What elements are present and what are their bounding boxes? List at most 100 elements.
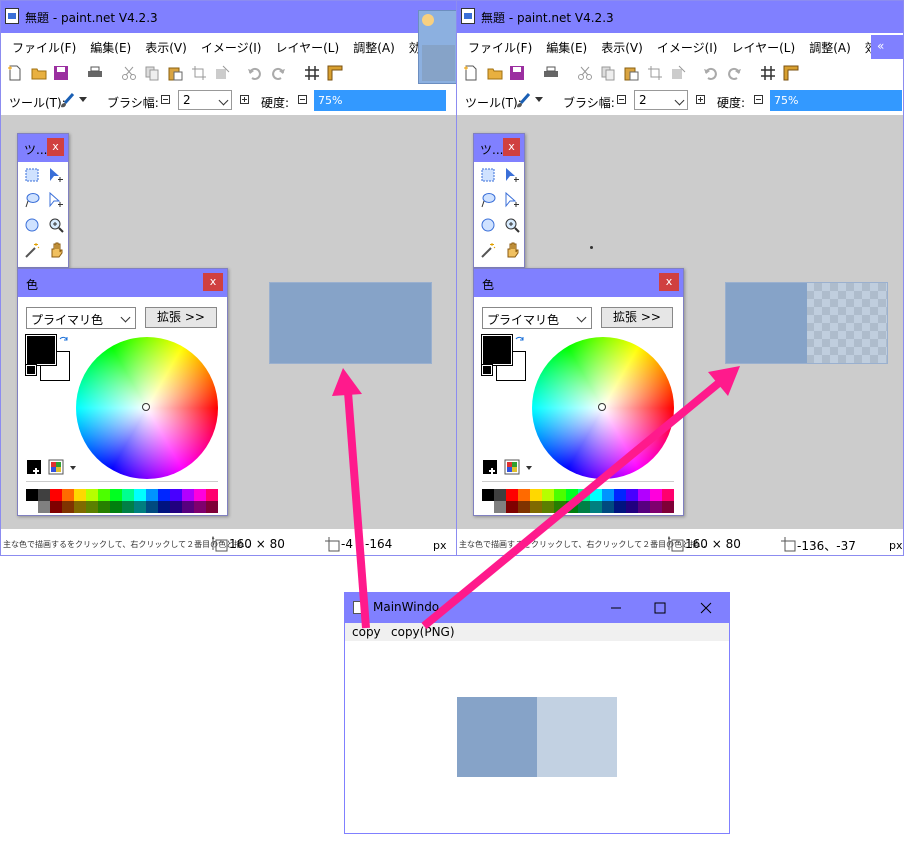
deselect-icon[interactable] [670, 65, 686, 81]
redo-icon[interactable] [726, 65, 742, 81]
colors-panel-header[interactable]: 色 x [474, 269, 683, 297]
paste-icon[interactable] [167, 65, 183, 81]
menu-adjust[interactable]: 調整(A) [802, 35, 858, 59]
maximize-icon[interactable] [645, 597, 675, 619]
palette-dropdown-arrow-icon[interactable] [70, 466, 76, 470]
menu-layer[interactable]: レイヤー(L) [724, 35, 802, 59]
tools-panel-header[interactable]: ツ... x [18, 134, 68, 162]
tool-dropdown-arrow-icon[interactable] [79, 97, 87, 102]
print-icon[interactable] [87, 65, 103, 81]
open-file-icon[interactable] [487, 65, 503, 81]
color-wheel-cursor[interactable] [598, 403, 606, 411]
move-selected-icon[interactable] [504, 192, 520, 208]
expand-button[interactable]: 拡張 >> [145, 307, 217, 328]
pan-hand-icon[interactable] [48, 242, 64, 258]
undo-icon[interactable] [703, 65, 719, 81]
tools-panel-close-button[interactable]: x [47, 138, 64, 156]
brush-width-increase-button[interactable] [240, 95, 249, 104]
hardness-slider[interactable]: 75% [314, 90, 446, 111]
cut-icon[interactable] [121, 65, 137, 81]
lasso-select-icon[interactable] [24, 192, 40, 208]
colors-panel-close-button[interactable]: x [203, 273, 223, 291]
paste-icon[interactable] [623, 65, 639, 81]
palette-menu-icon[interactable] [504, 459, 520, 475]
palette-menu-icon[interactable] [48, 459, 64, 475]
minimize-icon[interactable] [601, 597, 631, 619]
brush-width-decrease-button[interactable] [617, 95, 626, 104]
new-file-icon[interactable] [463, 65, 479, 81]
ellipse-select-icon[interactable] [480, 217, 496, 233]
magic-wand-icon[interactable] [480, 242, 496, 258]
reset-colors-icon[interactable] [481, 364, 493, 376]
ruler-icon[interactable] [783, 65, 799, 81]
close-icon[interactable] [691, 597, 721, 619]
crop-icon[interactable] [647, 65, 663, 81]
new-file-icon[interactable] [7, 65, 23, 81]
add-to-palette-icon[interactable] [482, 459, 498, 475]
grid-icon[interactable] [304, 65, 320, 81]
unit-label[interactable]: px [433, 539, 447, 552]
menu-edit[interactable]: 編集(E) [83, 35, 138, 59]
menu-copy-png[interactable]: copy(PNG) [391, 625, 455, 639]
save-file-icon[interactable] [53, 65, 69, 81]
swap-colors-icon[interactable] [58, 335, 70, 347]
image-canvas[interactable] [269, 282, 432, 364]
menu-image[interactable]: イメージ(I) [650, 35, 725, 59]
menu-view[interactable]: 表示(V) [138, 35, 194, 59]
crop-icon[interactable] [191, 65, 207, 81]
hardness-slider[interactable]: 75% [770, 90, 902, 111]
copy-icon[interactable] [144, 65, 160, 81]
undo-icon[interactable] [247, 65, 263, 81]
colors-panel-close-button[interactable]: x [659, 273, 679, 291]
unit-label[interactable]: px [889, 539, 903, 552]
move-selection-icon[interactable] [504, 167, 520, 183]
move-selected-icon[interactable] [48, 192, 64, 208]
menu-file[interactable]: ファイル(F) [461, 35, 539, 59]
menu-view[interactable]: 表示(V) [594, 35, 650, 59]
tools-panel-close-button[interactable]: x [503, 138, 520, 156]
redo-icon[interactable] [270, 65, 286, 81]
rectangle-select-icon[interactable] [480, 167, 496, 183]
primary-color-swatch[interactable] [481, 334, 513, 366]
tools-panel-header[interactable]: ツ... x [474, 134, 524, 162]
copy-icon[interactable] [600, 65, 616, 81]
main-window-title-bar[interactable]: MainWindo [345, 593, 729, 623]
expand-button[interactable]: 拡張 >> [601, 307, 673, 328]
hardness-decrease-button[interactable] [298, 95, 307, 104]
menu-adjust[interactable]: 調整(A) [346, 35, 402, 59]
color-mode-select[interactable]: プライマリ色 [482, 307, 592, 329]
lasso-select-icon[interactable] [480, 192, 496, 208]
menu-overflow-button[interactable]: « [871, 35, 903, 59]
open-file-icon[interactable] [31, 65, 47, 81]
hardness-decrease-button[interactable] [754, 95, 763, 104]
rectangle-select-icon[interactable] [24, 167, 40, 183]
swap-colors-icon[interactable] [514, 335, 526, 347]
brush-width-increase-button[interactable] [696, 95, 705, 104]
color-wheel[interactable] [532, 337, 674, 479]
menu-edit[interactable]: 編集(E) [539, 35, 594, 59]
color-mode-select[interactable]: プライマリ色 [26, 307, 136, 329]
cut-icon[interactable] [577, 65, 593, 81]
color-palette[interactable] [482, 489, 674, 513]
paintbrush-icon[interactable] [515, 93, 531, 109]
image-canvas[interactable] [725, 282, 888, 364]
paintbrush-icon[interactable] [59, 93, 75, 109]
move-selection-icon[interactable] [48, 167, 64, 183]
zoom-icon[interactable] [48, 217, 64, 233]
color-wheel-cursor[interactable] [142, 403, 150, 411]
color-palette[interactable] [26, 489, 218, 513]
magic-wand-icon[interactable] [24, 242, 40, 258]
brush-width-decrease-button[interactable] [161, 95, 170, 104]
save-file-icon[interactable] [509, 65, 525, 81]
menu-image[interactable]: イメージ(I) [194, 35, 269, 59]
add-to-palette-icon[interactable] [26, 459, 42, 475]
palette-dropdown-arrow-icon[interactable] [526, 466, 532, 470]
pan-hand-icon[interactable] [504, 242, 520, 258]
ruler-icon[interactable] [327, 65, 343, 81]
menu-copy[interactable]: copy [352, 625, 381, 639]
image-tab-thumbnail[interactable] [418, 10, 458, 84]
menu-file[interactable]: ファイル(F) [5, 35, 83, 59]
brush-width-select[interactable]: 2 [634, 90, 688, 110]
grid-icon[interactable] [760, 65, 776, 81]
menu-layer[interactable]: レイヤー(L) [268, 35, 346, 59]
